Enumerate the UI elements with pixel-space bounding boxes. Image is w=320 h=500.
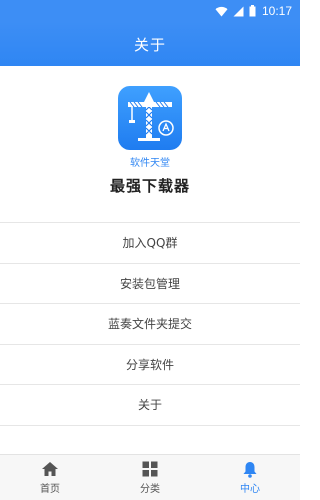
nav-label-center: 中心 xyxy=(240,484,260,495)
menu-item-package-manager[interactable]: 安装包管理 xyxy=(0,263,300,304)
menu-item-join-qq-group[interactable]: 加入QQ群 xyxy=(0,223,300,264)
home-icon xyxy=(41,460,59,478)
logo-area: 软件天堂 最强下载器 xyxy=(0,66,300,206)
menu-item-about[interactable]: 关于 xyxy=(0,385,300,426)
wifi-icon xyxy=(215,6,228,17)
logo-caption: 软件天堂 xyxy=(130,158,170,169)
nav-item-center[interactable]: 中心 xyxy=(200,455,300,500)
nav-label-category: 分类 xyxy=(140,484,160,495)
status-bar: 10:17 xyxy=(0,0,300,22)
crane-icon xyxy=(128,92,174,141)
menu-item-submit-lanzou-folder[interactable]: 蓝奏文件夹提交 xyxy=(0,304,300,345)
grid-icon xyxy=(142,460,158,478)
nav-label-home: 首页 xyxy=(40,484,60,495)
app-header: 关于 xyxy=(0,22,300,66)
app-name: 最强下载器 xyxy=(109,177,190,195)
bottom-nav: 首页 分类 中心 xyxy=(0,454,300,500)
battery-icon xyxy=(249,5,256,17)
menu-item-share-software[interactable]: 分享软件 xyxy=(0,344,300,385)
nav-item-category[interactable]: 分类 xyxy=(100,455,200,500)
bell-icon xyxy=(242,460,258,478)
menu-list: 加入QQ群 安装包管理 蓝奏文件夹提交 分享软件 关于 xyxy=(0,222,300,426)
app-logo xyxy=(118,86,182,150)
status-time: 10:17 xyxy=(261,4,292,18)
nav-item-home[interactable]: 首页 xyxy=(0,455,100,500)
page-title: 关于 xyxy=(133,35,166,54)
signal-icon xyxy=(233,6,244,17)
